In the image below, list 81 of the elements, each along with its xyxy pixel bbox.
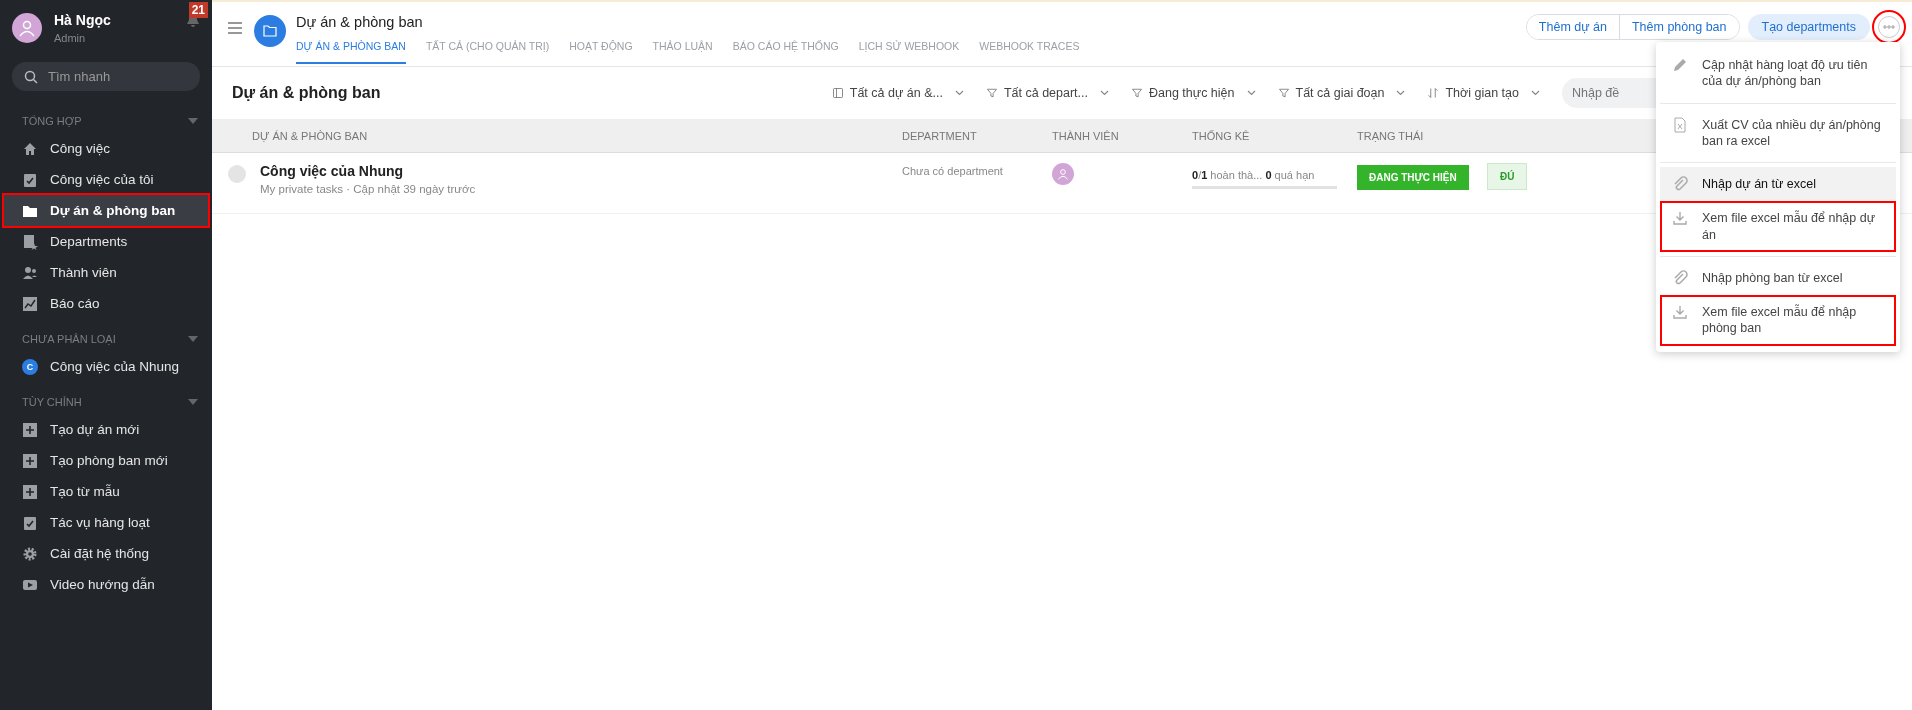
document-icon	[22, 233, 38, 250]
page-header-title: Dự án & phòng ban	[296, 14, 424, 30]
sidebar-item[interactable]: Thành viên	[4, 257, 208, 288]
caret-icon[interactable]	[188, 336, 198, 342]
column-header: THÀNH VIÊN	[1052, 129, 1120, 142]
filter-dropdown[interactable]: Tất cả giai đoạn	[1277, 86, 1406, 100]
sidebar-item[interactable]: Báo cáo	[4, 288, 208, 319]
paperclip-icon	[1672, 269, 1688, 286]
search-bar[interactable]: Tìm nhanh	[12, 62, 200, 91]
user-name: Hà Ngọc	[54, 12, 111, 28]
menu-item[interactable]: Xem file excel mẫu để nhập dự án	[1660, 201, 1896, 252]
section-title: TÙY CHỈNH	[22, 396, 82, 408]
download-icon	[1672, 304, 1688, 320]
plus-icon	[22, 452, 38, 469]
sidebar-item[interactable]: Departments	[4, 226, 208, 257]
clipboard-icon	[22, 171, 38, 188]
table-cell-text: Chưa có department	[902, 165, 1004, 179]
section-title: CHƯA PHÂN LOẠI	[22, 333, 116, 345]
sidebar-item[interactable]: C Công việc của Nhung	[4, 351, 208, 382]
more-icon	[1883, 25, 1895, 29]
filter-dropdown[interactable]: Thời gian tạo	[1427, 86, 1540, 100]
chart-icon	[22, 295, 38, 312]
notification-count: 21	[188, 2, 208, 18]
sidebar-item[interactable]: Tạo phòng ban mới	[4, 445, 208, 476]
add-button[interactable]: Thêm phòng ban	[1619, 15, 1739, 39]
user-avatar[interactable]	[12, 13, 42, 43]
person-icon	[18, 19, 36, 37]
page-title: Dự án & phòng ban	[232, 84, 381, 102]
section-title: TỔNG HỢP	[22, 115, 82, 127]
clipboard-icon	[22, 514, 38, 531]
filter-dropdown[interactable]: Tất cả dự án &...	[831, 86, 964, 100]
folder-icon	[254, 15, 286, 47]
chevron-icon	[1100, 90, 1109, 96]
download-icon	[1672, 210, 1688, 227]
filter-dropdown[interactable]: Tất cả depart...	[985, 86, 1109, 100]
column-header: THỐNG KÊ	[1192, 129, 1251, 142]
home-icon	[22, 140, 38, 157]
gear-icon	[22, 545, 38, 562]
project-subtitle: My private tasks · Cập nhật 39 ngày trước	[260, 183, 476, 195]
sort-icon	[1427, 86, 1440, 100]
project-name[interactable]: Công việc của Nhung	[260, 163, 476, 179]
excel-icon	[1672, 116, 1688, 133]
caret-icon[interactable]	[188, 399, 198, 405]
member-avatar	[1052, 163, 1074, 185]
tab[interactable]: DỰ ÁN & PHÒNG BAN	[296, 39, 406, 64]
people-icon	[22, 264, 38, 281]
menu-item[interactable]: Xem file excel mẫu để nhập phòng ban	[1660, 295, 1896, 346]
menu-item[interactable]: Nhập dự án từ excel	[1660, 167, 1896, 202]
sidebar-item[interactable]: Tạo dự án mới	[4, 414, 208, 445]
chevron-icon	[1396, 90, 1406, 96]
sidebar-item[interactable]: Dự án & phòng ban	[4, 195, 208, 226]
letter-icon: C	[22, 358, 38, 375]
chevron-icon	[1531, 90, 1540, 96]
plus-icon	[22, 421, 38, 438]
sidebar-item[interactable]: Công việc của tôi	[4, 164, 208, 195]
status-tag: ĐÚ	[1487, 163, 1528, 190]
caret-icon[interactable]	[188, 118, 198, 124]
sidebar-item[interactable]: Tác vụ hàng loạt	[4, 507, 208, 538]
sidebar-item[interactable]: Video hướng dẫn	[4, 569, 208, 600]
task-stats: 0/1 hoàn thà... 0 quá hạn	[1192, 169, 1316, 181]
menu-icon[interactable]	[228, 22, 242, 34]
search-field[interactable]: Tìm nhanh	[48, 62, 188, 91]
filter-dropdown[interactable]: Đang thực hiện	[1131, 86, 1256, 100]
sidebar-item[interactable]: Tạo từ mẫu	[4, 476, 208, 507]
chevron-icon	[954, 90, 964, 96]
filter-icon	[1277, 86, 1290, 100]
paperclip-icon	[1672, 176, 1688, 192]
sidebar-item[interactable]: Công việc	[4, 133, 208, 164]
filter-icon	[985, 86, 998, 100]
user-role: Admin	[54, 32, 87, 44]
search-icon	[24, 69, 38, 84]
pencil-icon	[1672, 57, 1688, 73]
chevron-icon	[1246, 90, 1256, 96]
create-button[interactable]: Tạo departments	[1747, 14, 1870, 40]
column-header: DEPARTMENT	[902, 129, 978, 142]
column-header: DỰ ÁN & PHÒNG BAN	[252, 129, 369, 142]
filter-icon	[1131, 86, 1143, 100]
sidebar-item[interactable]: Cài đặt hệ thống	[4, 538, 208, 569]
column-header: TRẠNG THÁI	[1357, 129, 1425, 142]
plus-icon	[22, 483, 38, 500]
panel-icon	[831, 86, 844, 100]
